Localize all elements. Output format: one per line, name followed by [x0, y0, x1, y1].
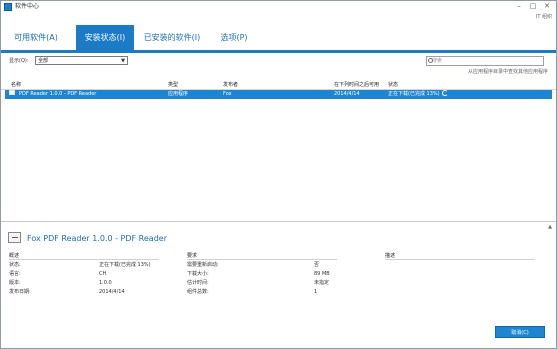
- overview-version-value: 1.0.0: [99, 280, 112, 286]
- req-time-value: 未指定: [314, 280, 330, 286]
- requirements-divider: [187, 259, 337, 260]
- description-divider: [385, 259, 535, 260]
- application-icon: [9, 90, 15, 95]
- table-row[interactable]: PDF Reader 1.0.0 - PDF Reader 应用程序 Fox 2…: [5, 90, 552, 99]
- overview-language-value: CH: [99, 271, 107, 277]
- column-type[interactable]: 类型: [168, 81, 178, 89]
- overview-status-value: 正在下载(已完成 13%): [99, 262, 151, 268]
- minimize-button[interactable]: –: [512, 1, 526, 11]
- tab-bar: 可用软件(A) 安装状态(I) 已安装的软件(I) 选项(P): [1, 25, 556, 50]
- overview-version-key: 版本:: [9, 280, 21, 286]
- search-input[interactable]: 搜索: [426, 56, 544, 66]
- search-placeholder: 搜索: [432, 58, 443, 64]
- overview-divider: [9, 259, 159, 260]
- filter-dropdown[interactable]: 全部 ▼: [35, 56, 128, 65]
- row-status: 正在下载(已完成 13%): [388, 91, 440, 97]
- app-icon: [4, 3, 12, 11]
- req-components-value: 1: [314, 289, 318, 295]
- package-icon: [8, 232, 21, 243]
- catalog-link[interactable]: 从应用程序目录中查找其他应用程序: [468, 69, 548, 76]
- overview-language-key: 语言:: [9, 271, 21, 277]
- window-title: 软件中心: [15, 3, 40, 10]
- row-publisher: Fox: [223, 91, 232, 97]
- organization-label: IT 组织: [535, 14, 552, 20]
- column-name[interactable]: 名称: [11, 81, 21, 89]
- cancel-button[interactable]: 取消(C): [495, 326, 545, 338]
- tab-options[interactable]: 选项(P): [214, 25, 254, 50]
- req-restart-value: 否: [314, 262, 320, 268]
- overview-date-key: 发布日期:: [9, 289, 31, 295]
- close-button[interactable]: ✕: [540, 1, 554, 11]
- chevron-down-icon: ▼: [121, 58, 125, 64]
- software-center-window: 软件中心 – □ ✕ IT 组织 可用软件(A) 安装状态(I) 已安装的软件(…: [0, 0, 557, 349]
- row-type: 应用程序: [168, 91, 189, 97]
- filter-label: 显示(Q):: [9, 58, 29, 64]
- req-size-key: 下载大小:: [187, 271, 209, 277]
- row-available: 2014/4/14: [334, 91, 360, 97]
- detail-title: Fox PDF Reader 1.0.0 - PDF Reader: [27, 234, 167, 243]
- req-time-key: 估计时间:: [187, 280, 209, 286]
- scroll-up-icon[interactable]: ▲: [548, 224, 552, 230]
- search-icon: [428, 58, 433, 63]
- column-status[interactable]: 状态: [388, 81, 398, 89]
- req-components-key: 组件总数:: [187, 289, 209, 295]
- overview-status-key: 状态:: [9, 262, 21, 268]
- window-controls: – □ ✕: [512, 1, 554, 12]
- maximize-button[interactable]: □: [526, 1, 540, 11]
- pane-splitter[interactable]: [1, 221, 556, 222]
- tab-installed-software[interactable]: 已安装的软件(I): [138, 25, 206, 50]
- column-publisher[interactable]: 发布者: [223, 81, 238, 89]
- tab-available-software[interactable]: 可用软件(A): [5, 25, 67, 50]
- overview-date-value: 2014/4/14: [99, 289, 125, 295]
- tab-installation-status[interactable]: 安装状态(I): [76, 25, 134, 50]
- row-name: PDF Reader 1.0.0 - PDF Reader: [19, 91, 97, 97]
- column-available-after[interactable]: 在下列时间之后可用: [334, 81, 379, 89]
- title-bar: 软件中心 – □ ✕: [1, 1, 556, 13]
- req-size-value: 89 MB: [314, 271, 330, 277]
- list-header: 名称 类型 发布者 在下列时间之后可用 状态: [1, 81, 556, 89]
- req-restart-key: 需要重新启动:: [187, 262, 219, 268]
- progress-spinner-icon: [442, 90, 448, 96]
- filter-value: 全部: [38, 58, 49, 64]
- tab-underline: [1, 50, 556, 53]
